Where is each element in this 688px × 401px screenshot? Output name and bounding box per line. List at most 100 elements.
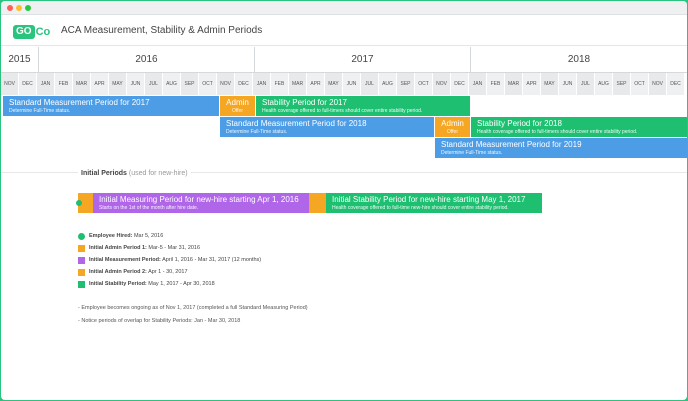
admin-period-2018[interactable]: Admin Offer [435,117,470,137]
period-title: Stability Period for 2018 [477,119,562,128]
period-title: Admin [226,98,249,107]
month-cell: JUN [127,73,145,95]
legend-value: Apr 1 - 30, 2017 [148,269,188,275]
square-icon [78,268,85,276]
period-title: Initial Stability Period for new-hire st… [332,195,526,204]
initial-periods-title: Initial Periods [81,170,127,177]
period-subtitle: Determine Full-Time status. [9,108,71,114]
square-icon [78,244,85,252]
year-2017: 2017 [255,47,471,73]
period-subtitle: Offer [446,129,459,135]
month-cell: MAR [505,73,523,95]
month-cell: MAR [289,73,307,95]
period-subtitle: Starts on the 1st of the month after hir… [99,205,199,211]
legend-value: May 1, 2017 - Apr 30, 2018 [148,281,215,287]
page-header: GO Co ACA Measurement, Stability & Admin… [1,16,687,46]
month-cell: APR [307,73,325,95]
period-title: Standard Measurement Period for 2017 [9,98,150,107]
month-cell: JUL [145,73,163,95]
initial-periods-subtitle: (used for new-hire) [128,170,188,177]
month-cell: FEB [55,73,73,95]
square-icon [78,256,85,264]
month-row: NOV DEC JAN FEB MAR APR MAY JUN JUL AUG SEP OCT NOV D… [1,73,687,95]
year-row: 2015 2016 2017 2018 [1,47,687,73]
goco-logo: GO Co [13,24,50,39]
month-cell: NOV [1,73,19,95]
month-cell: JAN [253,73,271,95]
month-cell: JUL [361,73,379,95]
month-cell: NOV [649,73,667,95]
month-cell: SEP [613,73,631,95]
month-cell: NOV [433,73,451,95]
legend-item-initial-admin-1: Initial Admin Period 1: Mar-5 - Mar 31, … [78,243,200,253]
legend-label: Initial Admin Period 1: [89,245,147,251]
month-cell: FEB [271,73,289,95]
note-overlap: - Notice periods of overlap for Stabilit… [78,318,241,324]
window-chrome [1,1,687,15]
month-cell: JUL [577,73,595,95]
month-cell: MAY [541,73,559,95]
legend-value: Mar-5 - Mar 31, 2016 [148,245,201,251]
square-icon [78,280,85,288]
standard-measurement-period-2018[interactable]: Standard Measurement Period for 2018 Det… [220,117,434,137]
legend-value: Mar 5, 2016 [133,233,164,239]
month-cell: OCT [199,73,217,95]
page-title: ACA Measurement, Stability & Admin Perio… [61,25,263,36]
month-cell: APR [91,73,109,95]
admin-period-2017[interactable]: Admin Offer [220,96,255,116]
legend-label: Initial Stability Period: [89,281,147,287]
month-cell: MAY [325,73,343,95]
month-cell: MAY [109,73,127,95]
month-cell: JUN [559,73,577,95]
period-subtitle: Health coverage offered to full-timers s… [477,129,638,135]
legend-value: April 1, 2016 - Mar 31, 2017 (12 months) [162,257,262,263]
legend-item-employee-hired: Employee Hired: Mar 5, 2016 [78,231,163,241]
standard-measurement-period-2019[interactable]: Standard Measurement Period for 2019 Det… [435,138,687,158]
logo-go: GO [13,24,35,39]
minimize-window-dot[interactable] [16,5,22,11]
initial-stability-period[interactable]: Initial Stability Period for new-hire st… [326,193,542,213]
period-title: Admin [441,119,464,128]
legend-item-initial-stability: Initial Stability Period: May 1, 2017 - … [78,279,215,289]
month-cell: AUG [379,73,397,95]
initial-measuring-period[interactable]: Initial Measuring Period for new-hire st… [93,193,309,213]
month-cell: DEC [19,73,37,95]
stability-period-2017[interactable]: Stability Period for 2017 Health coverag… [256,96,470,116]
maximize-window-dot[interactable] [25,5,31,11]
month-cell: SEP [181,73,199,95]
period-subtitle: Determine Full-Time status. [226,129,288,135]
year-2016: 2016 [39,47,255,73]
month-cell: NOV [217,73,235,95]
year-2015: 2015 [1,47,39,73]
employee-hired-marker[interactable] [76,200,82,206]
period-subtitle: Health coverage offered to full-time new… [332,205,509,211]
period-subtitle: Offer [231,108,244,114]
month-cell: MAR [73,73,91,95]
initial-admin-period-2[interactable] [309,193,326,213]
legend-label: Employee Hired: [89,233,133,239]
month-cell: AUG [163,73,181,95]
legend-item-initial-measurement: Initial Measurement Period: April 1, 201… [78,255,261,265]
initial-periods-heading: Initial Periods (used for new-hire) [78,170,191,177]
month-cell: JAN [37,73,55,95]
period-title: Initial Measuring Period for new-hire st… [99,195,299,204]
month-cell: DEC [235,73,253,95]
month-cell: JAN [469,73,487,95]
month-cell: SEP [397,73,415,95]
month-cell: OCT [631,73,649,95]
stability-period-2018[interactable]: Stability Period for 2018 Health coverag… [471,117,687,137]
year-2018: 2018 [567,54,591,65]
standard-measurement-period-2017[interactable]: Standard Measurement Period for 2017 Det… [3,96,219,116]
month-cell: DEC [667,73,685,95]
month-cell: APR [523,73,541,95]
period-title: Standard Measurement Period for 2018 [226,119,367,128]
legend-label: Initial Measurement Period: [89,257,161,263]
month-cell: AUG [595,73,613,95]
month-cell: FEB [487,73,505,95]
close-window-dot[interactable] [7,5,13,11]
circle-icon [78,232,85,240]
period-title: Stability Period for 2017 [262,98,347,107]
period-title: Standard Measurement Period for 2019 [441,140,582,149]
month-cell: DEC [451,73,469,95]
month-cell: OCT [415,73,433,95]
